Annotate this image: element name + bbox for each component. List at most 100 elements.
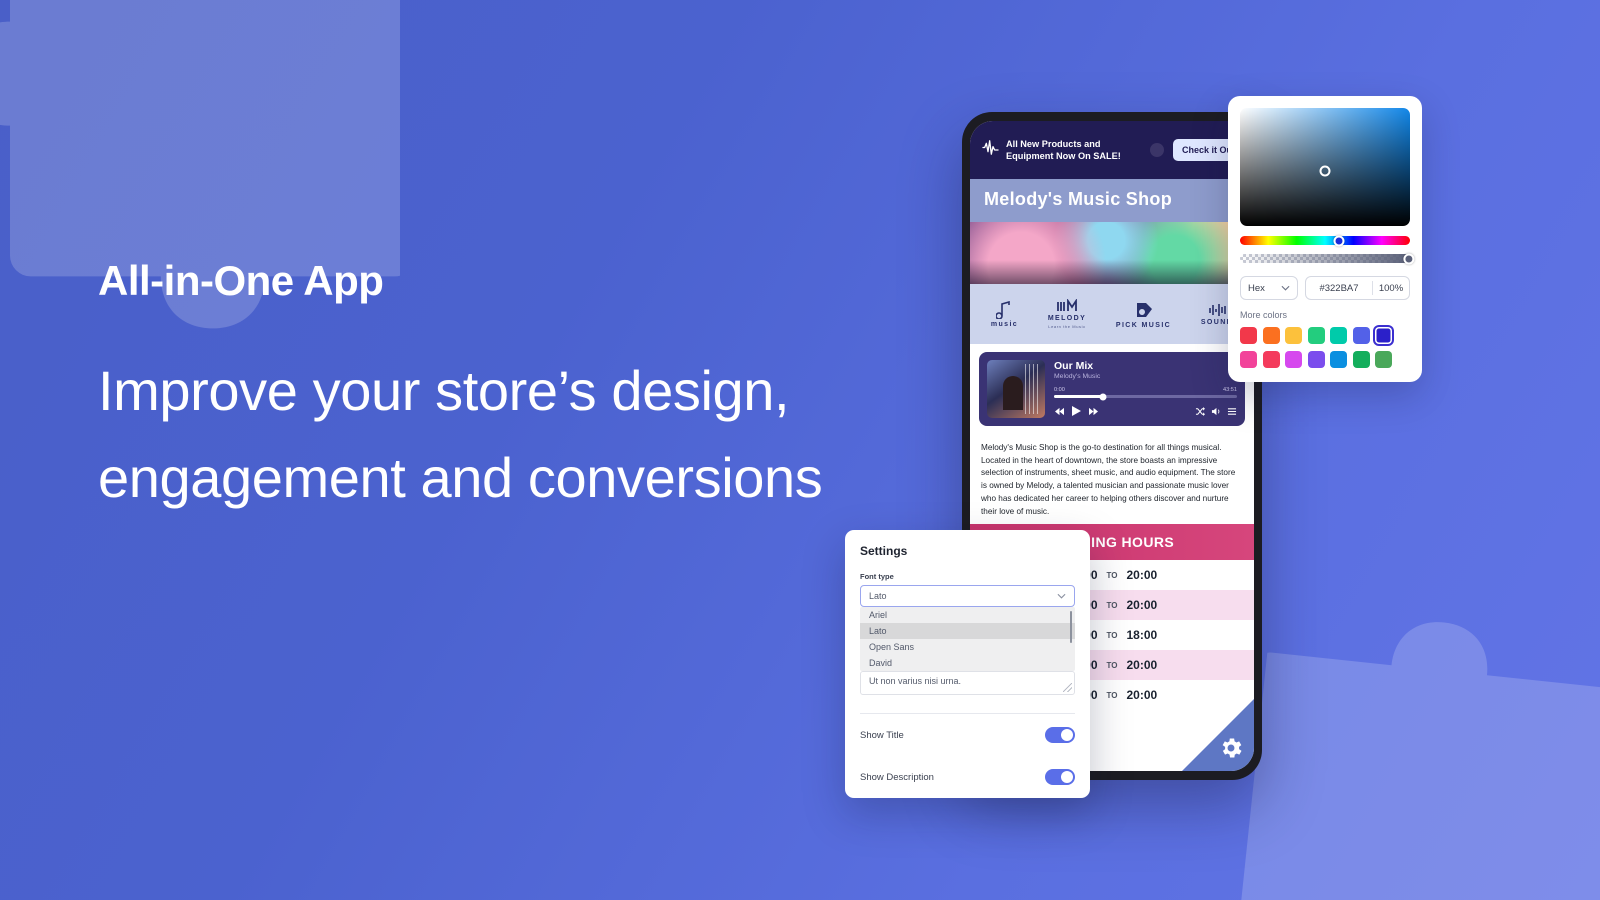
more-colors-label: More colors bbox=[1240, 310, 1288, 320]
color-swatch[interactable] bbox=[1330, 327, 1347, 344]
show-description-toggle[interactable] bbox=[1045, 769, 1075, 785]
font-option[interactable]: Open Sans bbox=[860, 639, 1075, 655]
brand-logo-pick-music: PICK MUSIC bbox=[1116, 300, 1171, 329]
hours-separator: TO bbox=[1106, 570, 1118, 580]
color-swatch[interactable] bbox=[1240, 327, 1257, 344]
hours-close: 20:00 bbox=[1126, 568, 1158, 583]
brand-logo-melody: MELODY Learn the Music bbox=[1048, 299, 1086, 329]
color-swatch[interactable] bbox=[1352, 327, 1370, 344]
show-title-toggle[interactable] bbox=[1045, 727, 1075, 743]
track-artist: Melody's Music bbox=[1054, 373, 1101, 380]
shuffle-icon[interactable] bbox=[1195, 406, 1205, 416]
chevron-down-icon bbox=[1281, 285, 1290, 291]
chevron-down-icon bbox=[1057, 593, 1066, 599]
show-description-row: Show Description bbox=[860, 756, 1075, 798]
gear-icon bbox=[1222, 738, 1242, 758]
font-option[interactable]: Ariel bbox=[860, 607, 1075, 623]
hours-close: 18:00 bbox=[1126, 628, 1158, 643]
color-swatch[interactable] bbox=[1330, 351, 1347, 368]
announcement-bar: All New Products and Equipment Now On SA… bbox=[970, 121, 1254, 179]
hero-copy: All-in-One App Improve your store’s desi… bbox=[98, 257, 858, 522]
color-swatch[interactable] bbox=[1375, 351, 1392, 368]
page-title: Improve your store’s design, engagement … bbox=[98, 359, 823, 509]
brand-name: music bbox=[990, 320, 1019, 328]
hours-separator: TO bbox=[1106, 660, 1118, 670]
brand-logo-music: music bbox=[990, 300, 1019, 328]
color-value-group: #322BA7 100% bbox=[1305, 276, 1410, 300]
font-option[interactable]: David bbox=[860, 655, 1075, 671]
brand-logo-row: music MELODY Learn the Music PICK MUSIC … bbox=[970, 284, 1254, 344]
shop-description: Melody's Music Shop is the go-to destina… bbox=[981, 443, 1236, 516]
hex-input[interactable]: #322BA7 bbox=[1306, 283, 1372, 294]
color-format-label: Hex bbox=[1248, 282, 1265, 294]
music-note-icon bbox=[996, 300, 1011, 319]
puzzle-piece-decoration-bottom-right bbox=[1226, 622, 1600, 900]
font-type-value: Lato bbox=[869, 591, 887, 601]
melody-mark-icon bbox=[1057, 299, 1077, 311]
hours-close: 20:00 bbox=[1126, 598, 1158, 613]
audio-wave-icon bbox=[982, 140, 999, 160]
progress-fill bbox=[1054, 395, 1104, 398]
track-title: Our Mix bbox=[1054, 360, 1094, 372]
hero-eyebrow: All-in-One App bbox=[98, 257, 384, 304]
color-swatch[interactable] bbox=[1240, 351, 1257, 368]
hue-handle[interactable] bbox=[1333, 235, 1345, 246]
saturation-handle[interactable] bbox=[1319, 165, 1331, 177]
color-swatch-selected[interactable] bbox=[1375, 327, 1392, 344]
color-fields: Hex #322BA7 100% bbox=[1240, 276, 1410, 300]
alpha-input[interactable]: 100% bbox=[1373, 283, 1409, 294]
announcement-avatar-dot bbox=[1149, 143, 1164, 157]
color-picker-popover: Hex #322BA7 100% More colors bbox=[1228, 96, 1422, 382]
saturation-value-area[interactable] bbox=[1240, 108, 1410, 226]
player-controls bbox=[1054, 405, 1237, 417]
alpha-slider[interactable] bbox=[1240, 253, 1415, 264]
shop-title-bar: Melody's Music Shop bbox=[970, 179, 1254, 222]
player-options bbox=[1195, 406, 1237, 416]
dropdown-scrollbar[interactable] bbox=[1069, 611, 1072, 643]
shop-hero-image bbox=[970, 222, 1254, 284]
font-option-selected[interactable]: Lato bbox=[860, 623, 1075, 639]
color-swatch[interactable] bbox=[1262, 351, 1280, 368]
sound-bars-icon bbox=[1209, 303, 1226, 316]
progress-knob[interactable] bbox=[1099, 393, 1107, 400]
rewind-icon[interactable] bbox=[1054, 407, 1065, 416]
show-description-label: Show Description bbox=[860, 771, 934, 783]
playlist-icon[interactable] bbox=[1227, 407, 1237, 416]
brand-name: PICK MUSIC bbox=[1115, 321, 1172, 329]
progress-slider[interactable] bbox=[1054, 393, 1237, 400]
swatch-row-2 bbox=[1240, 351, 1410, 368]
fast-forward-icon[interactable] bbox=[1088, 407, 1099, 416]
brand-sub: Learn the Music bbox=[1048, 324, 1086, 329]
color-format-select[interactable]: Hex bbox=[1240, 276, 1298, 300]
color-swatch[interactable] bbox=[1307, 351, 1325, 368]
font-type-label: Font type bbox=[860, 572, 894, 581]
player-info: Our Mix Melody's Music 0:00 43:51 bbox=[1054, 360, 1237, 418]
textarea-value: Ut non varius nisi urna. bbox=[869, 676, 962, 686]
hours-close: 20:00 bbox=[1126, 658, 1158, 673]
music-player-section: Our Mix Melody's Music 0:00 43:51 bbox=[970, 344, 1254, 434]
font-type-select[interactable]: Lato bbox=[860, 585, 1075, 607]
transport-controls bbox=[1054, 405, 1099, 417]
description-textarea[interactable]: Ut non varius nisi urna. bbox=[860, 671, 1075, 695]
hue-slider[interactable] bbox=[1240, 235, 1410, 246]
font-options-dropdown: Ariel Lato Open Sans David bbox=[860, 607, 1075, 671]
volume-icon[interactable] bbox=[1211, 407, 1221, 416]
color-swatch[interactable] bbox=[1307, 327, 1325, 344]
resize-grip-icon[interactable] bbox=[1063, 683, 1072, 692]
color-swatch[interactable] bbox=[1352, 351, 1370, 368]
player-times: 0:00 43:51 bbox=[1054, 387, 1237, 393]
hours-separator: TO bbox=[1106, 630, 1118, 640]
music-player: Our Mix Melody's Music 0:00 43:51 bbox=[979, 352, 1245, 426]
hours-close: 20:00 bbox=[1126, 688, 1158, 703]
color-swatch[interactable] bbox=[1285, 327, 1302, 344]
settings-panel: Settings Font type Lato Ariel Lato Open … bbox=[845, 530, 1090, 798]
color-swatch[interactable] bbox=[1285, 351, 1302, 368]
color-swatch[interactable] bbox=[1262, 327, 1280, 344]
play-icon[interactable] bbox=[1071, 405, 1082, 417]
shop-title: Melody's Music Shop bbox=[984, 189, 1173, 209]
announcement-text: All New Products and Equipment Now On SA… bbox=[1006, 138, 1121, 161]
settings-title: Settings bbox=[860, 544, 908, 558]
swatch-row-1 bbox=[1240, 327, 1410, 344]
alpha-handle[interactable] bbox=[1403, 253, 1415, 264]
show-title-label: Show Title bbox=[860, 729, 904, 741]
